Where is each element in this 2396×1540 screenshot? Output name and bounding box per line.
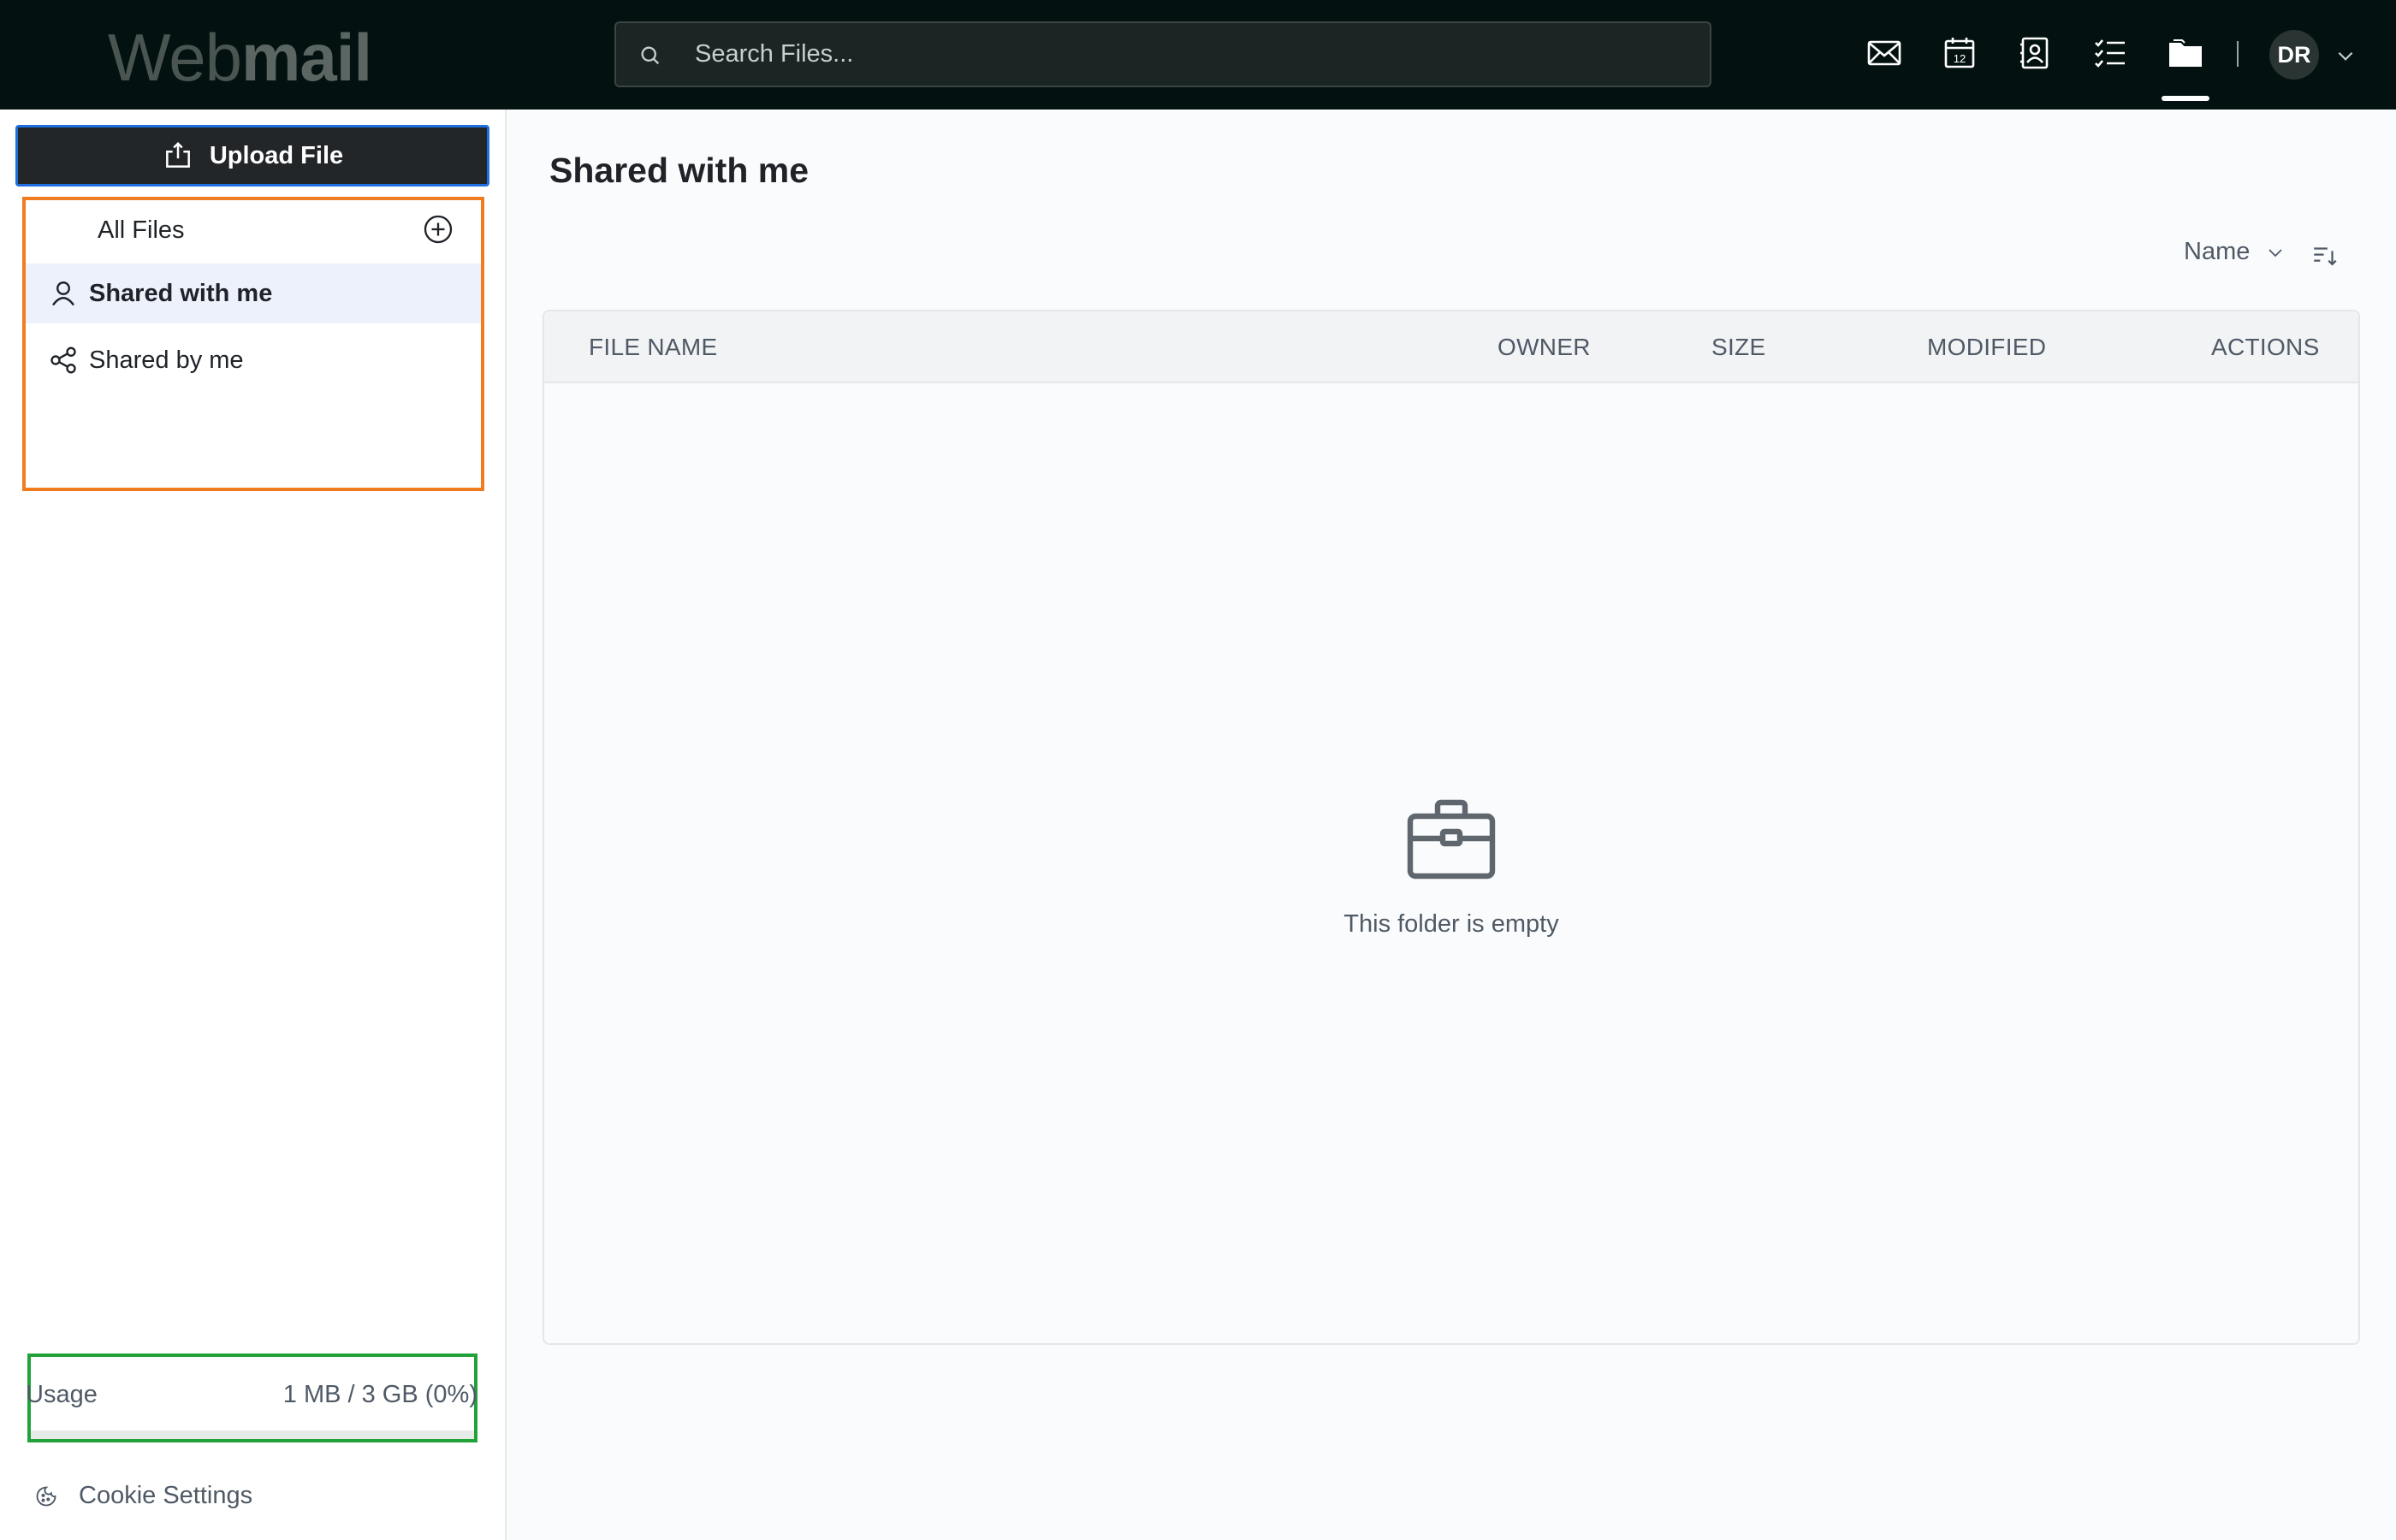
column-header-owner[interactable]: OWNER [1498, 334, 1591, 361]
sort-direction-icon[interactable] [2310, 241, 2340, 270]
sidebar-item-shared-by-me[interactable]: Shared by me [26, 330, 481, 390]
sort-field-dropdown[interactable]: Name [2184, 238, 2286, 266]
upload-icon [165, 141, 190, 168]
usage-label: Usage [26, 1381, 98, 1408]
calendar-day: 12 [1954, 52, 1966, 65]
chevron-down-icon[interactable] [2334, 44, 2357, 67]
share-icon [50, 346, 76, 374]
briefcase-icon [1407, 799, 1496, 880]
cookie-settings-link[interactable]: Cookie Settings [34, 1482, 252, 1510]
column-header-file-name[interactable]: FILE NAME [589, 334, 718, 361]
column-header-size[interactable]: SIZE [1711, 334, 1765, 361]
search-icon [641, 46, 660, 65]
sidebar-item-all-files[interactable]: All Files [26, 200, 481, 260]
logo-text-light: Web [108, 20, 242, 95]
top-bar: Webmail 12 DR [0, 0, 2396, 110]
avatar-initials: DR [2277, 41, 2311, 68]
sidebar-nav: All Files Shared with me Shared by me [22, 197, 484, 491]
mail-icon[interactable] [1864, 33, 1905, 74]
contacts-icon[interactable] [2014, 33, 2055, 74]
cookie-icon [36, 1486, 56, 1506]
files-table: FILE NAME OWNER SIZE MODIFIED ACTIONS Th… [543, 310, 2360, 1345]
page-title: Shared with me [549, 151, 810, 190]
avatar[interactable]: DR [2269, 30, 2319, 80]
sidebar: Upload File All Files Shared with me Sha… [0, 110, 507, 1540]
logo-text-bold: mail [240, 20, 372, 95]
usage-value: 1 MB / 3 GB (0%) [282, 1381, 477, 1408]
chevron-down-icon [2268, 248, 2282, 257]
search-input[interactable] [695, 23, 1679, 86]
cookie-settings-label: Cookie Settings [79, 1482, 253, 1509]
user-icon [52, 281, 74, 306]
tasks-icon[interactable] [2090, 33, 2131, 74]
active-app-indicator [2162, 96, 2209, 101]
calendar-icon[interactable]: 12 [1939, 33, 1980, 74]
table-header: FILE NAME OWNER SIZE MODIFIED ACTIONS [544, 311, 2358, 383]
search-bar [614, 21, 1711, 87]
sort-field-label: Name [2184, 238, 2251, 265]
column-header-actions: ACTIONS [2211, 334, 2320, 360]
topbar-divider [2237, 41, 2239, 67]
webmail-logo[interactable]: Webmail [108, 19, 372, 96]
sidebar-item-shared-with-me[interactable]: Shared with me [26, 264, 481, 323]
files-icon[interactable] [2165, 33, 2206, 74]
upload-file-button[interactable]: Upload File [15, 125, 489, 187]
storage-usage: Usage 1 MB / 3 GB (0%) [26, 1353, 477, 1442]
sidebar-item-label: All Files [98, 216, 185, 244]
sidebar-item-label: Shared with me [89, 279, 273, 307]
column-header-modified[interactable]: MODIFIED [1927, 334, 2046, 361]
empty-state-message: This folder is empty [1343, 910, 1559, 938]
add-folder-icon[interactable] [421, 212, 455, 246]
usage-progress-bar [31, 1430, 474, 1439]
upload-file-label: Upload File [209, 141, 344, 169]
sidebar-item-label: Shared by me [89, 346, 244, 374]
